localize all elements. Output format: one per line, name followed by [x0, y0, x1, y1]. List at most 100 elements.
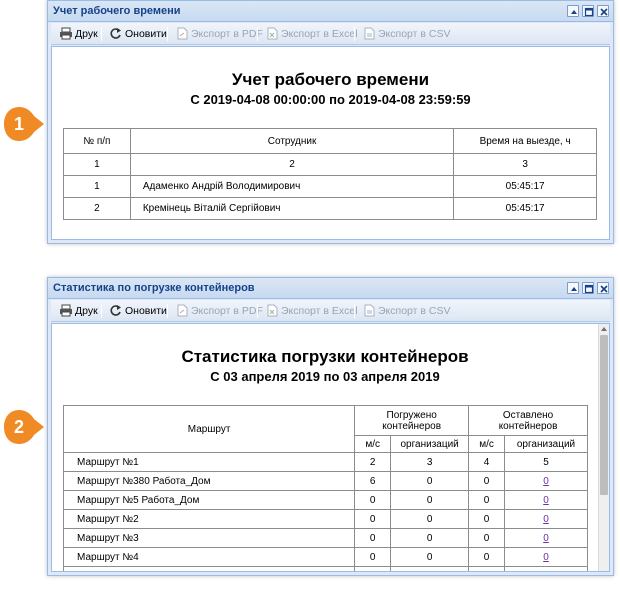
collapse-button[interactable] [567, 5, 579, 17]
loaded-ms: 0 [354, 547, 392, 567]
export-excel-label: Экспорт в Excel [281, 305, 358, 317]
column-number: 2 [129, 153, 455, 176]
table-row: Маршрут №3 0 0 0 0 [62, 528, 588, 548]
left-org-link[interactable]: 0 [543, 552, 549, 563]
column-number: 3 [453, 153, 597, 176]
left-ms: 0 [468, 547, 506, 567]
report-toolbar: Друк Оновити Экспорт в PDF Экспорт в Exc… [51, 300, 610, 322]
toolbar-separator [167, 27, 168, 41]
subheader-ms: м/с [468, 435, 506, 453]
table-row: Маршрут №1 2 3 4 5 [62, 452, 588, 472]
time-on-trip: 05:45:17 [453, 197, 597, 220]
close-icon [600, 8, 608, 16]
route-name: Маршрут №5 Работа_Дом [62, 490, 356, 510]
container-loading-table: Маршрут Погружено контейнеров Оставлено … [62, 405, 588, 571]
left-ms: 0 [468, 528, 506, 548]
maximize-button[interactable] [582, 5, 594, 17]
subheader-org: организаций [390, 435, 470, 453]
close-button[interactable] [597, 282, 609, 294]
loaded-org: 0 [390, 490, 470, 510]
excel-file-icon [267, 304, 278, 317]
row-number: 2 [63, 197, 131, 220]
window-title: Учет рабочего времени [53, 5, 181, 17]
pdf-file-icon [177, 304, 188, 317]
window-titlebar[interactable]: Учет рабочего времени [48, 1, 613, 22]
report-body: Статистика погрузки контейнеров С 03 апр… [51, 323, 610, 572]
print-label: Друк [75, 305, 98, 317]
report-body: Учет рабочего времени С 2019-04-08 00:00… [51, 46, 610, 240]
loaded-ms: 0 [354, 509, 392, 529]
window-tools [564, 282, 609, 300]
route-name: Маршрут №1 [62, 452, 356, 472]
toolbar-separator [354, 304, 355, 318]
time-on-trip: 05:45:17 [453, 175, 597, 198]
route-header: Маршрут [62, 405, 356, 453]
report-title: Статистика погрузки контейнеров [181, 347, 469, 366]
window-tools [564, 5, 609, 23]
column-header: № п/п [63, 128, 131, 154]
chevron-up-icon [571, 287, 577, 291]
refresh-icon [110, 305, 121, 316]
window-titlebar[interactable]: Статистика по погрузке контейнеров [48, 278, 613, 299]
export-csv-label: Экспорт в CSV [378, 28, 451, 40]
maximize-icon [584, 7, 594, 17]
column-header: Время на выезде, ч [453, 128, 597, 154]
loaded-header: Погружено контейнеров [354, 405, 470, 436]
refresh-icon [110, 28, 121, 39]
left-ms: 4 [468, 452, 506, 472]
export-pdf-label: Экспорт в PDF [191, 28, 263, 40]
callout-number: 2 [13, 417, 24, 437]
table-row: Маршрут №2 0 0 0 0 [62, 509, 588, 529]
printer-icon [60, 27, 72, 40]
column-number-row: 1 2 3 [63, 153, 597, 176]
csv-file-icon [364, 27, 375, 40]
subheader-org: организаций [504, 435, 588, 453]
table-row: 2 Кремінець Віталій Сергійович 05:45:17 [63, 197, 597, 220]
close-button[interactable] [597, 5, 609, 17]
work-time-table: № п/п Сотрудник Время на выезде, ч 1 2 3… [63, 128, 597, 220]
left-ms: 0 [468, 509, 506, 529]
scrollbar-thumb[interactable] [600, 335, 608, 495]
employee-name: Кремінець Віталій Сергійович [129, 197, 455, 220]
left-org-link[interactable]: 0 [543, 495, 549, 506]
route-name: Маршрут №4 [62, 547, 356, 567]
subheader-ms: м/с [354, 435, 392, 453]
left-ms: 0 [468, 471, 506, 491]
left-org: 0 [504, 490, 588, 510]
callout-number: 1 [13, 114, 24, 134]
left-header: Оставлено контейнеров [468, 405, 588, 436]
table-row: Маршрут №5 Работа_Дом 0 0 0 0 [62, 490, 588, 510]
collapse-button[interactable] [567, 282, 579, 294]
left-org: 0 [504, 547, 588, 567]
pdf-file-icon [177, 27, 188, 40]
route-name: Маршрут №380 Работа_Дом [62, 471, 356, 491]
loaded-ms: 2 [354, 452, 392, 472]
table-header-row: № п/п Сотрудник Время на выезде, ч [63, 128, 597, 154]
left-org-link[interactable]: 0 [543, 476, 549, 487]
export-pdf-label: Экспорт в PDF [191, 305, 263, 317]
loaded-org: 0 [390, 509, 470, 529]
table-header-row: Маршрут Погружено контейнеров Оставлено … [62, 405, 588, 453]
callout-marker-1: 1 [2, 105, 46, 149]
report-subtitle: С 2019-04-08 00:00:00 по 2019-04-08 23:5… [190, 92, 471, 107]
work-time-window: Учет рабочего времени Друк Оновити Экспо… [47, 0, 614, 244]
report-title: Учет рабочего времени [231, 70, 430, 89]
left-org: 0 [504, 509, 588, 529]
csv-file-icon [364, 304, 375, 317]
route-name: Маршрут №2 [62, 509, 356, 529]
column-header: Сотрудник [129, 128, 455, 154]
left-org: 0 [504, 471, 588, 491]
vertical-scrollbar[interactable] [598, 324, 609, 571]
export-excel-label: Экспорт в Excel [281, 28, 358, 40]
toolbar-separator [101, 27, 102, 41]
scroll-up-arrow-icon[interactable] [601, 327, 607, 331]
table-row-partial [62, 566, 588, 571]
maximize-button[interactable] [582, 282, 594, 294]
printer-icon [60, 304, 72, 317]
left-org-link[interactable]: 0 [543, 514, 549, 525]
left-org-link[interactable]: 0 [543, 533, 549, 544]
row-number: 1 [63, 175, 131, 198]
employee-name: Адаменко Андрій Володимирович [129, 175, 455, 198]
table-row: Маршрут №4 0 0 0 0 [62, 547, 588, 567]
loaded-org: 0 [390, 528, 470, 548]
